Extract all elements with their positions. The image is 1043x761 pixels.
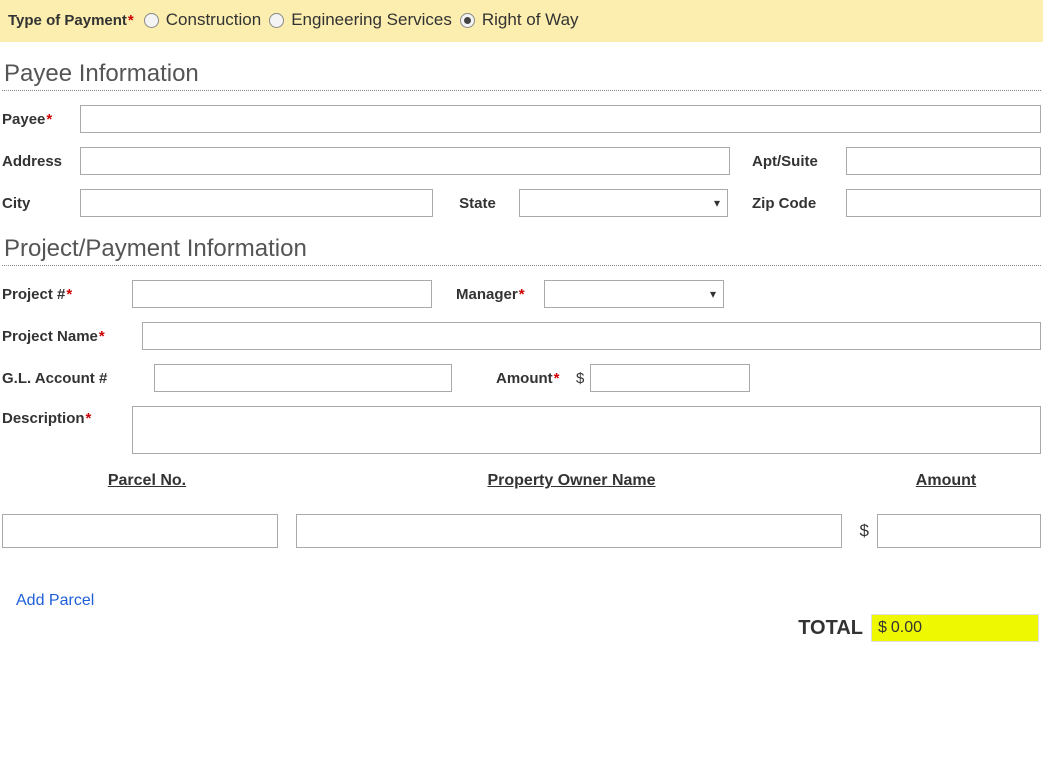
zip-input[interactable] <box>846 189 1041 217</box>
description-label: Description* <box>2 406 132 427</box>
apt-label: Apt/Suite <box>752 153 846 170</box>
parcel-row: $ <box>2 514 1041 548</box>
payee-section-title: Payee Information <box>4 60 1041 88</box>
address-input[interactable] <box>80 147 730 175</box>
city-label: City <box>2 195 80 212</box>
state-label: State <box>459 195 519 212</box>
col-parcel-no: Parcel No. <box>2 472 292 490</box>
project-name-input[interactable] <box>142 322 1041 350</box>
radio-construction[interactable]: Construction <box>144 10 261 30</box>
parcel-no-input[interactable] <box>2 514 278 548</box>
total-row: TOTAL $ 0.00 <box>2 614 1041 642</box>
payee-input[interactable] <box>80 105 1041 133</box>
payee-label: Payee* <box>2 111 80 128</box>
zip-label: Zip Code <box>752 195 846 212</box>
radio-engineering-services[interactable]: Engineering Services <box>269 10 452 30</box>
gl-account-label: G.L. Account # <box>2 370 154 387</box>
type-of-payment-label: Type of Payment* <box>8 12 134 29</box>
gl-account-input[interactable] <box>154 364 452 392</box>
radio-label: Engineering Services <box>291 10 452 30</box>
divider <box>2 90 1041 91</box>
total-value: 0.00 <box>891 619 922 637</box>
owner-name-input[interactable] <box>296 514 842 548</box>
project-section-title: Project/Payment Information <box>4 235 1041 263</box>
project-name-label: Project Name* <box>2 328 142 345</box>
city-input[interactable] <box>80 189 433 217</box>
payment-type-radio-group: Construction Engineering Services Right … <box>144 10 579 30</box>
payment-type-bar: Type of Payment* Construction Engineerin… <box>0 0 1043 42</box>
radio-icon <box>460 13 475 28</box>
col-owner-name: Property Owner Name <box>292 472 851 490</box>
manager-label: Manager* <box>456 286 544 303</box>
apt-input[interactable] <box>846 147 1041 175</box>
dollar-sign: $ <box>576 370 584 387</box>
add-parcel-link[interactable]: Add Parcel <box>16 592 94 610</box>
amount-label: Amount* <box>496 370 574 387</box>
parcel-amount-input[interactable] <box>877 514 1041 548</box>
address-label: Address <box>2 153 80 170</box>
amount-input[interactable] <box>590 364 750 392</box>
parcel-header-row: Parcel No. Property Owner Name Amount <box>2 472 1041 490</box>
radio-icon <box>144 13 159 28</box>
dollar-sign: $ <box>878 619 887 637</box>
manager-select[interactable] <box>544 280 724 308</box>
total-value-box: $ 0.00 <box>871 614 1039 642</box>
total-label: TOTAL <box>798 617 863 640</box>
radio-label: Right of Way <box>482 10 579 30</box>
project-num-input[interactable] <box>132 280 432 308</box>
radio-icon <box>269 13 284 28</box>
divider <box>2 265 1041 266</box>
radio-label: Construction <box>166 10 261 30</box>
project-num-label: Project #* <box>2 286 132 303</box>
dollar-sign: $ <box>860 521 869 541</box>
col-amount: Amount <box>851 472 1041 490</box>
radio-right-of-way[interactable]: Right of Way <box>460 10 579 30</box>
state-select[interactable] <box>519 189 728 217</box>
description-textarea[interactable] <box>132 406 1041 454</box>
